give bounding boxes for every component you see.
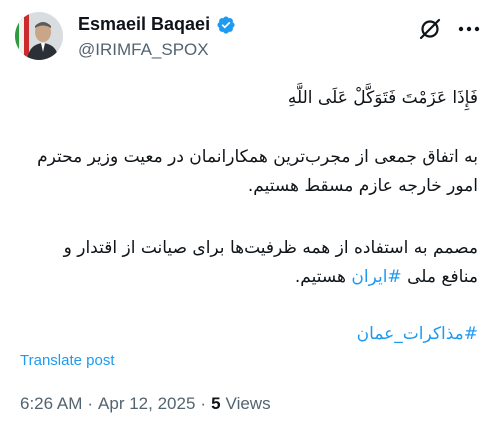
post-time[interactable]: 6:26 AM — [20, 394, 82, 414]
meta-separator: · — [87, 394, 94, 413]
post-meta: 6:26 AM · Apr 12, 2025 · 5 Views — [20, 394, 271, 414]
post-paragraph-2-suffix: هستیم. — [294, 267, 352, 287]
post-paragraph-1-line-1: به اتفاق جمعی از مجرب‌ترین همکارانمان در… — [37, 147, 478, 167]
more-options-icon[interactable] — [456, 18, 482, 40]
avatar-image — [15, 12, 63, 60]
post-date[interactable]: Apr 12, 2025 — [98, 394, 195, 414]
post-quote-line: فَإِذَا عَزَمْتَ فَتَوَكَّلْ عَلَى اللَّ… — [287, 88, 478, 108]
author-name-row[interactable]: Esmaeil Baqaei — [78, 14, 236, 35]
display-name[interactable]: Esmaeil Baqaei — [78, 14, 210, 35]
author-handle[interactable]: @IRIMFA_SPOX — [78, 40, 209, 60]
translate-post-link[interactable]: Translate post — [20, 352, 115, 369]
avatar[interactable] — [15, 12, 63, 60]
post-paragraph-2-line-1: مصمم به استفاده از همه ظرفیت‌ها برای صیا… — [63, 238, 478, 258]
hashtag-link-oman-talks[interactable]: #مذاکرات_عمان — [357, 320, 478, 349]
post-paragraph-2-text: منافع ملی — [401, 267, 478, 287]
hashtag-link-iran[interactable]: #ایران — [351, 267, 401, 287]
post-paragraph-2-line-2: منافع ملی #ایران هستیم. — [64, 263, 478, 292]
verified-badge-icon — [217, 15, 235, 34]
post-paragraph-1-line-2: امور خارجه عازم مسقط هستیم. — [247, 176, 478, 196]
views-count: 5 — [211, 394, 221, 413]
post-paragraph-1: به اتفاق جمعی از مجرب‌ترین همکارانمان در… — [37, 143, 478, 201]
post-paragraph-2: مصمم به استفاده از همه ظرفیت‌ها برای صیا… — [64, 234, 478, 292]
views-label: Views — [225, 394, 271, 413]
meta-separator: · — [200, 394, 207, 413]
grok-icon[interactable] — [417, 16, 443, 42]
